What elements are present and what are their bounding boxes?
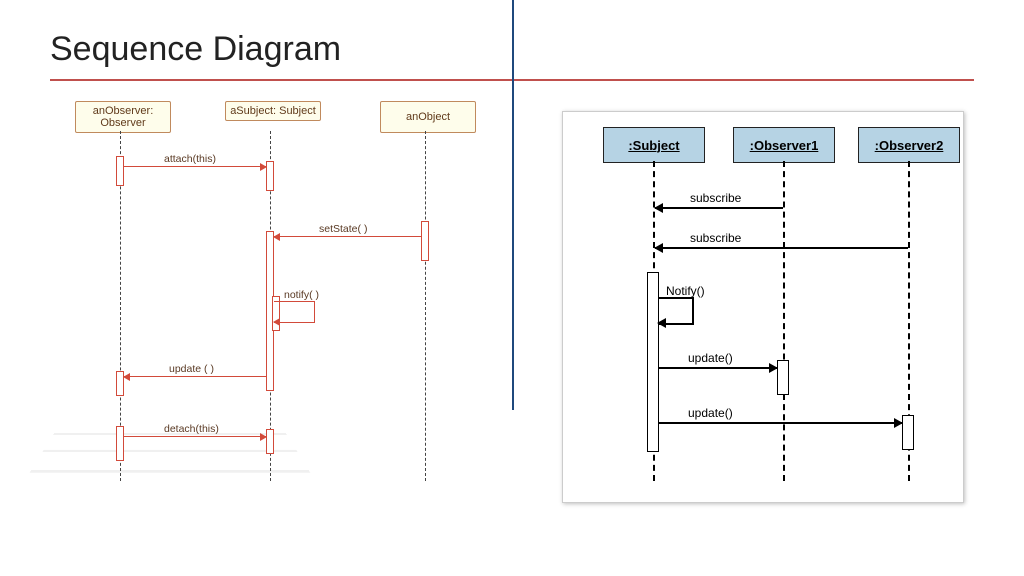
activation xyxy=(116,156,124,186)
msg-attach: attach(this) xyxy=(124,166,266,168)
msg-label: setState( ) xyxy=(319,223,367,235)
msg-label: attach(this) xyxy=(164,153,216,165)
actor-label: anObserver: Observer xyxy=(93,105,154,129)
lifeline xyxy=(425,131,426,481)
right-panel: :Subject :Observer1 :Observer2 subs xyxy=(522,101,974,531)
actor-label: aSubject: Subject xyxy=(230,105,316,117)
msg-label: subscribe xyxy=(690,191,741,205)
msg-update2: update() xyxy=(658,422,902,424)
actor-observer2: :Observer2 xyxy=(858,127,960,163)
panel-divider xyxy=(512,0,514,410)
msg-label: detach(this) xyxy=(164,423,219,435)
activation xyxy=(266,161,274,191)
msg-detach: detach(this) xyxy=(124,436,266,438)
msg-label: notify( ) xyxy=(284,289,319,301)
actor-anobject: anObject xyxy=(380,101,476,133)
activation xyxy=(421,221,429,261)
msg-update: update ( ) xyxy=(124,376,266,378)
content-area: anObserver: Observer aSubject: Subject a… xyxy=(50,101,974,531)
msg-setstate: setState( ) xyxy=(274,236,421,238)
msg-label: update ( ) xyxy=(169,363,214,375)
activation xyxy=(266,429,274,454)
msg-label: update() xyxy=(688,406,733,420)
actor-observer1: :Observer1 xyxy=(733,127,835,163)
actor-anobserver: anObserver: Observer xyxy=(75,101,171,133)
lifeline xyxy=(783,161,785,481)
activation xyxy=(777,360,789,395)
msg-label: Notify() xyxy=(666,284,705,298)
activation xyxy=(902,415,914,450)
actor-asubject: aSubject: Subject xyxy=(225,101,321,121)
msg-label: subscribe xyxy=(690,231,741,245)
activation xyxy=(116,426,124,461)
msg-subscribe2: subscribe xyxy=(655,247,908,249)
msg-subscribe1: subscribe xyxy=(655,207,783,209)
actor-subject: :Subject xyxy=(603,127,705,163)
sequence-diagram-left: anObserver: Observer aSubject: Subject a… xyxy=(40,101,460,501)
msg-label: update() xyxy=(688,351,733,365)
msg-notify xyxy=(274,301,315,323)
left-panel: anObserver: Observer aSubject: Subject a… xyxy=(50,101,502,531)
actor-label: :Observer1 xyxy=(750,138,819,153)
msg-notify xyxy=(658,297,694,325)
actor-label: anObject xyxy=(406,111,450,123)
msg-update1: update() xyxy=(658,367,777,369)
sequence-diagram-right: :Subject :Observer1 :Observer2 subs xyxy=(562,111,964,503)
actor-label: :Subject xyxy=(628,138,679,153)
slide: Sequence Diagram anObserver: Observer aS… xyxy=(0,0,1024,576)
actor-label: :Observer2 xyxy=(875,138,944,153)
